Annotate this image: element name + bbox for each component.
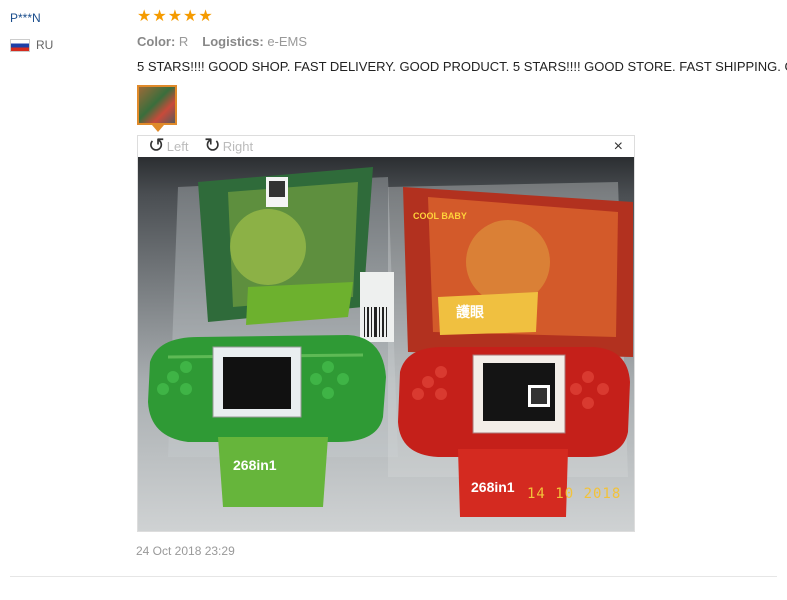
close-viewer-button[interactable]: × xyxy=(614,138,623,156)
reviewer-name: P***N xyxy=(10,11,41,25)
rotate-right-label: Right xyxy=(222,138,254,154)
logistics-value: e-EMS xyxy=(267,34,308,49)
review-photo: 268in1 268in1 護眼 COOL BABY xyxy=(138,157,634,531)
reviewer-country: RU xyxy=(10,38,53,52)
rotate-left-button[interactable]: ↺ Left xyxy=(148,135,189,157)
star-icon: ★ xyxy=(152,8,167,25)
rotate-left-label: Left xyxy=(166,138,189,154)
viewer-toolbar: ↺ Left ↻ Right × xyxy=(138,136,634,157)
photo-illustration: 268in1 268in1 護眼 COOL BABY xyxy=(148,167,633,517)
red-pack-label: 268in1 xyxy=(471,479,515,495)
banner-text: 護眼 xyxy=(456,304,484,321)
logistics-key: Logistics: xyxy=(202,34,264,49)
green-pack-label: 268in1 xyxy=(233,457,277,473)
color-key: Color: xyxy=(137,34,176,49)
review-timestamp: 24 Oct 2018 23:29 xyxy=(136,544,235,558)
rotate-right-icon: ↻ xyxy=(204,135,221,157)
review-divider xyxy=(10,576,777,577)
rotate-left-icon: ↺ xyxy=(148,135,165,157)
star-icon: ★ xyxy=(198,8,213,25)
photo-date-stamp: 14 10 2018 xyxy=(527,486,622,502)
star-icon: ★ xyxy=(137,8,152,25)
country-code: RU xyxy=(36,38,54,52)
photo-thumbnail[interactable] xyxy=(137,85,177,125)
rotate-right-button[interactable]: ↻ Right xyxy=(204,135,254,157)
color-value: R xyxy=(178,34,189,49)
image-viewer: ↺ Left ↻ Right × 268in1 268in1 護眼 COOL B… xyxy=(137,135,635,532)
brand-text: COOL BABY xyxy=(413,211,467,221)
russia-flag-icon xyxy=(10,38,30,52)
star-rating: ★ ★ ★ ★ ★ xyxy=(137,9,213,25)
order-meta: Color: R Logistics: e-EMS xyxy=(137,34,307,49)
star-icon: ★ xyxy=(167,8,183,25)
review-text: 5 STARS!!!! GOOD SHOP. FAST DELIVERY. GO… xyxy=(137,59,787,74)
star-icon: ★ xyxy=(183,8,198,25)
thumbnail-selected-caret xyxy=(152,125,164,132)
